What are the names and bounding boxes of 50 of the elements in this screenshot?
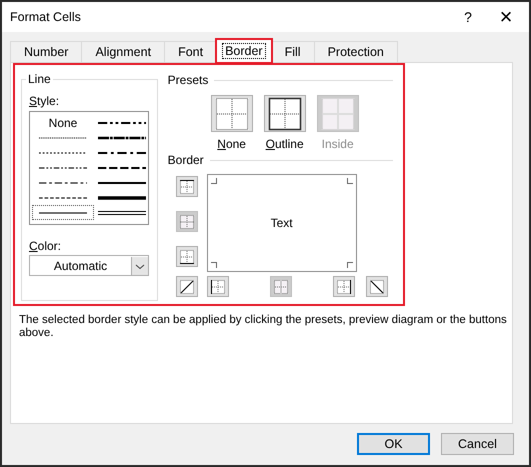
preset-button[interactable] [264,95,306,132]
border-button[interactable] [176,276,198,297]
line-sample-icon [39,210,87,216]
corner-mark-icon [346,262,353,268]
preset-button[interactable] [210,95,253,132]
line-sample-icon [98,194,146,200]
color-dropdown[interactable]: Automatic [29,255,149,276]
window-title: Format Cells [10,10,82,24]
corner-mark-icon [346,178,353,184]
border-button[interactable] [332,276,355,297]
preview-text: Text [270,216,293,230]
color-label: Color: [29,239,62,253]
close-button[interactable]: × [483,4,529,30]
style-label: Style: [29,94,60,108]
line-sample-icon [98,150,146,156]
caret-icon [131,256,148,274]
border-button[interactable] [206,276,229,297]
preset-label: Inside [322,137,354,151]
tab[interactable]: Number [10,41,82,62]
line-style-option[interactable]: None [32,115,94,130]
line-sample-icon [39,150,87,156]
line-sample-icon [39,180,87,186]
border-button[interactable] [176,176,198,197]
ok-button[interactable]: OK [357,433,430,455]
tab[interactable]: Alignment [81,41,166,62]
help-button[interactable]: ? [453,9,483,25]
border-button[interactable] [176,246,198,267]
line-sample-icon [39,194,87,200]
section-title: Presets [168,72,208,89]
line-sample-icon [98,164,146,170]
line-sample-icon [39,164,87,170]
line-sample-icon [98,210,146,216]
tab[interactable]: Border [216,39,272,63]
description-text: The selected border style can be applied by clicking the presets, preview diagram or the buttons above. [19,314,508,340]
line-sample-icon [39,134,87,140]
border-button[interactable] [366,276,388,297]
section-title: Border [168,152,204,169]
line-sample-icon [98,180,146,186]
line-style-option[interactable] [32,205,94,220]
cancel-button[interactable]: Cancel [441,433,514,455]
border-preview[interactable]: Text [206,174,357,272]
tab[interactable]: Protection [314,41,398,62]
group-title: Line [26,72,53,86]
preset-label: None [217,137,246,151]
line-sample-icon [98,134,146,140]
corner-mark-icon [210,262,217,268]
line-style-list[interactable]: None [29,111,149,225]
line-sample-icon [98,120,146,126]
corner-mark-icon [210,178,217,184]
preset-label: Outline [266,137,304,151]
